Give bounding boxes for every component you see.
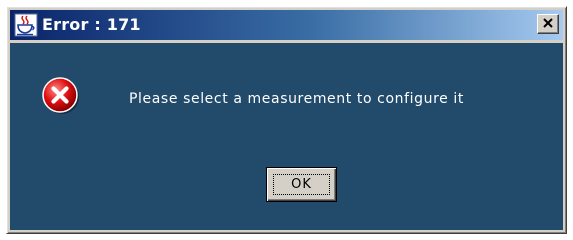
error-message: Please select a measurement to configure… <box>129 91 464 107</box>
ok-button[interactable]: OK <box>266 167 337 202</box>
dialog-content: Please select a measurement to configure… <box>10 43 563 230</box>
error-icon <box>41 76 81 116</box>
close-button[interactable] <box>537 14 559 34</box>
window-title: Error : 171 <box>42 15 141 34</box>
focus-ring: OK <box>273 174 330 195</box>
close-icon <box>543 15 553 33</box>
title-bar[interactable]: Error : 171 <box>10 10 563 40</box>
java-cup-icon <box>14 13 38 37</box>
ok-button-label: OK <box>291 177 312 192</box>
error-dialog: Error : 171 Please select a measurement … <box>6 6 567 234</box>
